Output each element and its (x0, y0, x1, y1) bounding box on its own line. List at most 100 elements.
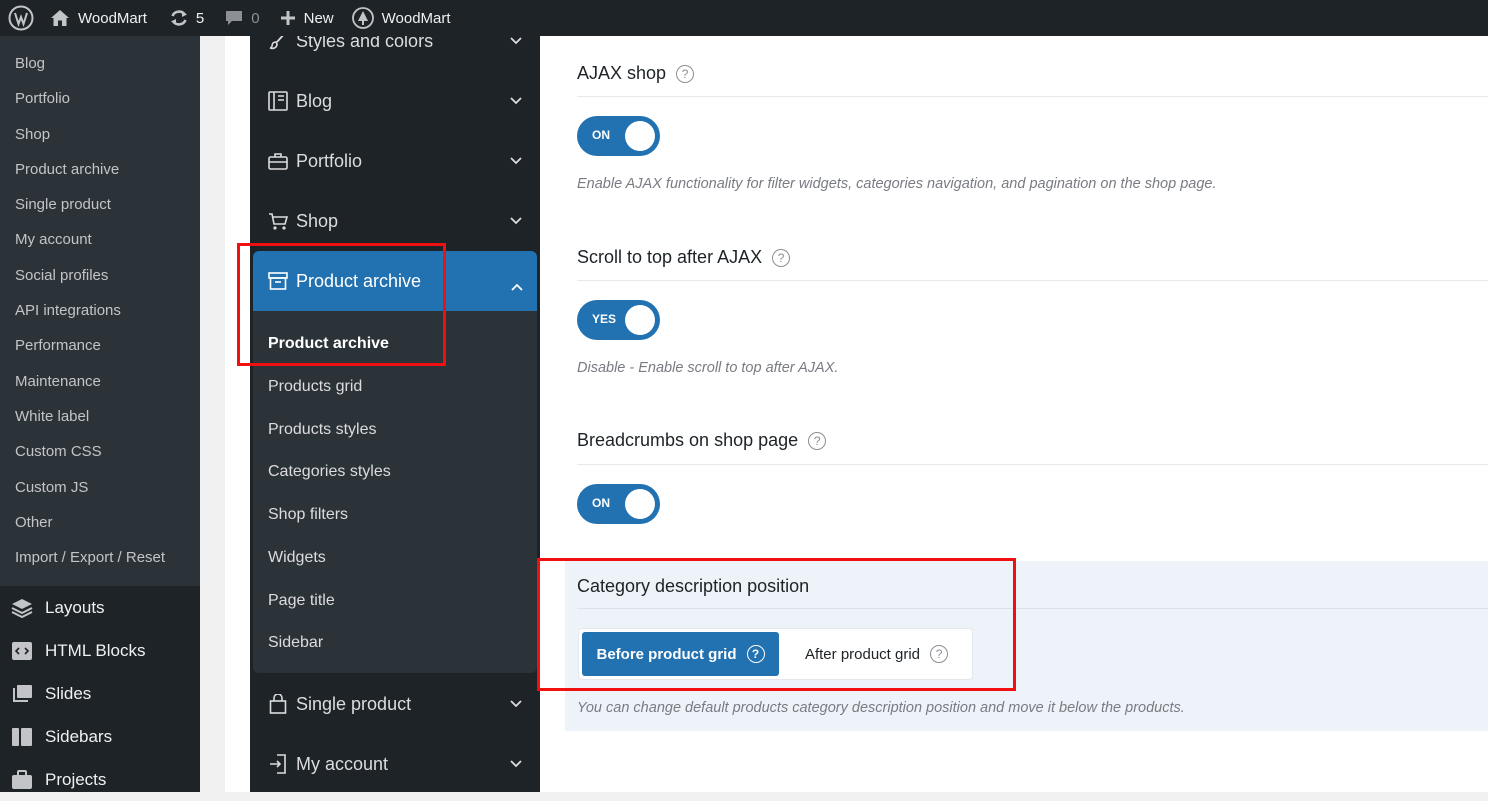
submenu-item-maintenance[interactable]: Maintenance (0, 364, 200, 399)
chevron-down-icon (510, 758, 522, 770)
field-title-text: Breadcrumbs on shop page (577, 430, 799, 450)
nav-item-label: Styles and colors (296, 36, 434, 51)
help-icon[interactable]: ? (808, 431, 827, 450)
site-name-link[interactable]: WoodMart (42, 0, 155, 36)
field-title-text: Scroll to top after AJAX (577, 247, 763, 267)
updates-link[interactable]: 5 (161, 0, 212, 36)
help-icon[interactable]: ? (772, 248, 791, 267)
comments-count: 0 (251, 9, 260, 27)
submenu-item-custom-js[interactable]: Custom JS (0, 470, 200, 505)
nav-item-label: Portfolio (296, 150, 363, 171)
breadcrumbs-toggle[interactable]: ON (577, 484, 660, 524)
field-divider (577, 464, 1488, 465)
subnav-item-sidebar[interactable]: Sidebar (268, 634, 323, 652)
comment-icon (224, 9, 244, 27)
updates-count: 5 (195, 9, 205, 27)
toggle-label: ON (592, 128, 610, 142)
field-title-text: AJAX shop (577, 63, 667, 83)
briefcase-icon (268, 151, 288, 171)
nav-item-label: My account (296, 753, 389, 774)
menu-item-label: Layouts (45, 597, 105, 617)
submenu-item-performance[interactable]: Performance (0, 328, 200, 363)
subnav-item-page-title[interactable]: Page title (268, 592, 335, 610)
admin-bar: WoodMart 5 0 New WoodMart (0, 0, 1488, 36)
subnav-item-products-grid[interactable]: Products grid (268, 378, 362, 396)
field-title-ajax-shop: AJAX shop ? (577, 63, 695, 84)
cart-icon (268, 211, 288, 231)
submenu-item-import-export-reset[interactable]: Import / Export / Reset (0, 540, 200, 575)
toggle-label: YES (592, 312, 617, 326)
nav-item-label: Shop (296, 210, 339, 231)
field-divider (577, 96, 1488, 97)
scroll-to-top-toggle[interactable]: YES (577, 300, 660, 340)
subnav-item-shop-filters[interactable]: Shop filters (268, 506, 348, 524)
help-icon[interactable]: ? (676, 64, 695, 83)
field-description: You can change default products category… (577, 700, 1185, 716)
comments-link[interactable]: 0 (216, 0, 267, 36)
chevron-down-icon (510, 215, 522, 227)
nav-item-shop[interactable]: Shop (250, 191, 540, 251)
chevron-up-icon (511, 275, 523, 291)
wp-main-menu: Layouts HTML Blocks Slides Sidebars Proj… (0, 586, 200, 792)
bag-icon (268, 694, 288, 714)
menu-item-label: HTML Blocks (45, 640, 146, 660)
theme-link[interactable]: WoodMart (344, 0, 459, 36)
nav-item-label: Single product (296, 693, 412, 714)
submenu-item-product-archive[interactable]: Product archive (0, 152, 200, 187)
submenu-item-single-product[interactable]: Single product (0, 187, 200, 222)
submenu-item-portfolio[interactable]: Portfolio (0, 81, 200, 116)
menu-item-slides[interactable]: Slides (0, 672, 200, 715)
highlight-box (537, 558, 1016, 691)
woodmart-tree-icon (351, 7, 374, 29)
toggle-knob (625, 305, 655, 335)
submenu-item-api-integrations[interactable]: API integrations (0, 293, 200, 328)
theme-label: WoodMart (381, 9, 451, 27)
menu-item-label: Slides (45, 683, 92, 703)
submenu-item-white-label[interactable]: White label (0, 399, 200, 434)
submenu-item-other[interactable]: Other (0, 505, 200, 540)
wp-admin-menu: Blog Portfolio Shop Product archive Sing… (0, 36, 200, 792)
submenu-item-social-profiles[interactable]: Social profiles (0, 258, 200, 293)
subnav-item-categories-styles[interactable]: Categories styles (268, 463, 391, 481)
field-title-scroll-to-top: Scroll to top after AJAX ? (577, 247, 791, 268)
panel-edge (225, 36, 250, 792)
menu-item-sidebars[interactable]: Sidebars (0, 715, 200, 758)
subnav-item-widgets[interactable]: Widgets (268, 549, 326, 567)
page-gutter (200, 36, 250, 792)
menu-item-html-blocks[interactable]: HTML Blocks (0, 629, 200, 672)
field-divider (577, 280, 1488, 281)
submenu-item-my-account[interactable]: My account (0, 222, 200, 257)
site-name: WoodMart (78, 9, 147, 27)
ajax-shop-toggle[interactable]: ON (577, 116, 660, 156)
slides-icon (11, 683, 33, 705)
nav-item-styles-and-colors[interactable]: Styles and colors (250, 36, 540, 71)
home-icon (50, 9, 70, 27)
menu-item-label: Sidebars (45, 726, 113, 746)
new-content-link[interactable]: New (272, 0, 342, 36)
refresh-icon (169, 9, 189, 27)
field-description: Disable - Enable scroll to top after AJA… (577, 360, 839, 376)
new-label: New (303, 9, 334, 27)
highlight-box (237, 243, 446, 366)
menu-item-layouts[interactable]: Layouts (0, 586, 200, 629)
brush-icon (268, 36, 288, 51)
toggle-label: ON (592, 496, 610, 510)
chevron-down-icon (510, 95, 522, 107)
chevron-down-icon (510, 155, 522, 167)
plus-icon (280, 10, 296, 26)
subnav-item-products-styles[interactable]: Products styles (268, 421, 376, 439)
nav-item-portfolio[interactable]: Portfolio (250, 131, 540, 191)
login-icon (268, 754, 288, 774)
chevron-down-icon (510, 698, 522, 710)
theme-options-nav: Styles and colors Blog Portfolio Shop Pr… (250, 36, 540, 792)
submenu-item-custom-css[interactable]: Custom CSS (0, 434, 200, 469)
submenu-item-shop[interactable]: Shop (0, 117, 200, 152)
nav-item-blog[interactable]: Blog (250, 71, 540, 131)
wordpress-logo-icon[interactable] (0, 0, 42, 36)
code-block-icon (11, 640, 33, 662)
nav-item-my-account[interactable]: My account (250, 734, 540, 792)
theme-settings-submenu: Blog Portfolio Shop Product archive Sing… (0, 36, 200, 586)
submenu-item-blog[interactable]: Blog (0, 46, 200, 81)
menu-item-projects[interactable]: Projects (0, 758, 200, 801)
nav-item-single-product[interactable]: Single product (250, 674, 540, 734)
